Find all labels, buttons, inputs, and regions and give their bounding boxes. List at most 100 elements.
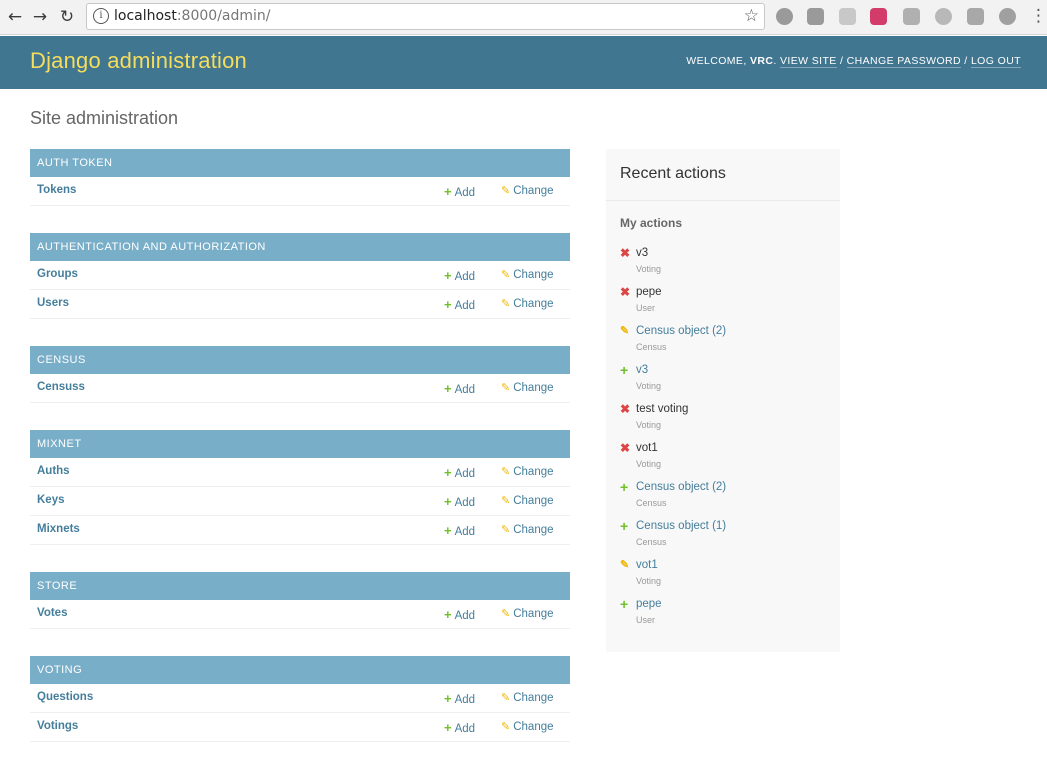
recent-actions-panel: Recent actions My actions ✖ v3 Voting ✖ pepe… xyxy=(606,149,840,652)
action-object: vot1 xyxy=(636,442,658,454)
view-site-link[interactable]: VIEW SITE xyxy=(780,55,837,68)
plus-icon: + xyxy=(444,607,452,622)
action-content-type: Voting xyxy=(636,381,662,391)
plus-icon: + xyxy=(444,297,452,312)
site-info-icon[interactable]: i xyxy=(93,8,109,24)
change-link[interactable]: ✎ Change xyxy=(501,607,554,620)
change-link[interactable]: ✎ Change xyxy=(501,523,554,536)
extension-icon[interactable] xyxy=(870,8,887,25)
model-link[interactable]: Groups xyxy=(37,268,78,280)
action-object[interactable]: Census object (1) xyxy=(636,520,726,532)
model-link[interactable]: Keys xyxy=(37,494,65,506)
add-label: Add xyxy=(454,187,476,199)
change-label: Change xyxy=(513,608,554,620)
action-object: pepe xyxy=(636,286,662,298)
extension-shield-icon[interactable] xyxy=(807,8,824,25)
delete-icon: ✖ xyxy=(620,402,631,416)
change-link[interactable]: ✎ Change xyxy=(501,494,554,507)
action-object[interactable]: v3 xyxy=(636,364,648,376)
add-link[interactable]: + Add xyxy=(444,184,475,199)
add-link[interactable]: + Add xyxy=(444,268,475,283)
back-arrow-icon[interactable]: ← xyxy=(4,6,26,28)
model-link[interactable]: Questions xyxy=(37,691,93,703)
add-link[interactable]: + Add xyxy=(444,523,475,538)
action-object: v3 xyxy=(636,247,649,259)
extension-icon[interactable] xyxy=(903,8,920,25)
app-module: STORE Votes + Add ✎ Change xyxy=(30,572,570,629)
pencil-icon: ✎ xyxy=(501,608,511,620)
bookmark-star-icon[interactable]: ☆ xyxy=(744,6,759,26)
action-content-type: User xyxy=(636,615,656,625)
add-link[interactable]: + Add xyxy=(444,465,475,480)
module-caption[interactable]: MIXNET xyxy=(30,430,570,458)
plus-icon: + xyxy=(444,465,452,480)
plus-icon: + xyxy=(444,691,452,706)
app-module: VOTING Questions + Add ✎ Change Votings + Add ✎ Ch… xyxy=(30,656,570,742)
action-object[interactable]: Census object (2) xyxy=(636,325,726,337)
app-module: AUTHENTICATION AND AUTHORIZATION Groups + A… xyxy=(30,233,570,319)
change-password-link[interactable]: CHANGE PASSWORD xyxy=(846,55,961,68)
model-link[interactable]: Votes xyxy=(37,607,67,619)
add-link[interactable]: + Add xyxy=(444,494,475,509)
change-link[interactable]: ✎ Change xyxy=(501,184,554,197)
divider xyxy=(606,200,840,201)
pencil-icon: ✎ xyxy=(501,269,511,281)
module-caption[interactable]: VOTING xyxy=(30,656,570,684)
browser-menu-icon[interactable]: ⋮ xyxy=(1030,6,1047,26)
add-link[interactable]: + Add xyxy=(444,691,475,706)
add-link[interactable]: + Add xyxy=(444,607,475,622)
plus-icon: + xyxy=(444,381,452,396)
module-caption[interactable]: AUTH TOKEN xyxy=(30,149,570,177)
add-link[interactable]: + Add xyxy=(444,297,475,312)
model-link[interactable]: Mixnets xyxy=(37,523,80,535)
log-out-link[interactable]: LOG OUT xyxy=(970,55,1021,68)
module-caption[interactable]: STORE xyxy=(30,572,570,600)
pencil-icon: ✎ xyxy=(501,721,511,733)
model-row: Mixnets + Add ✎ Change xyxy=(30,516,570,545)
module-caption[interactable]: AUTHENTICATION AND AUTHORIZATION xyxy=(30,233,570,261)
action-object[interactable]: pepe xyxy=(636,598,662,610)
welcome-text: WELCOME, xyxy=(686,55,750,67)
model-row: Questions + Add ✎ Change xyxy=(30,684,570,713)
add-link[interactable]: + Add xyxy=(444,381,475,396)
add-label: Add xyxy=(454,497,476,509)
action-object: test voting xyxy=(636,403,689,415)
action-object[interactable]: Census object (2) xyxy=(636,481,726,493)
model-row: Tokens + Add ✎ Change xyxy=(30,177,570,206)
model-link[interactable]: Auths xyxy=(37,465,70,477)
change-link[interactable]: ✎ Change xyxy=(501,268,554,281)
add-icon: + xyxy=(620,362,629,378)
action-content-type: Voting xyxy=(636,576,662,586)
reload-icon[interactable]: ↻ xyxy=(56,6,78,28)
change-link[interactable]: ✎ Change xyxy=(501,381,554,394)
model-link[interactable]: Tokens xyxy=(37,184,76,196)
app-module: AUTH TOKEN Tokens + Add ✎ Change xyxy=(30,149,570,206)
change-label: Change xyxy=(513,269,554,281)
extension-icon[interactable] xyxy=(967,8,984,25)
change-label: Change xyxy=(513,466,554,478)
change-link[interactable]: ✎ Change xyxy=(501,465,554,478)
delete-icon: ✖ xyxy=(620,246,631,260)
change-label: Change xyxy=(513,721,554,733)
site-branding[interactable]: Django administration xyxy=(30,48,247,74)
change-link[interactable]: ✎ Change xyxy=(501,691,554,704)
address-bar[interactable]: i localhost:8000/admin/ ☆ xyxy=(86,3,765,30)
model-link[interactable]: Censuss xyxy=(37,381,85,393)
extension-icon[interactable] xyxy=(999,8,1016,25)
change-link[interactable]: ✎ Change xyxy=(501,720,554,733)
add-label: Add xyxy=(454,384,476,396)
extension-icon[interactable] xyxy=(839,8,856,25)
model-link[interactable]: Votings xyxy=(37,720,78,732)
add-link[interactable]: + Add xyxy=(444,720,475,735)
model-link[interactable]: Users xyxy=(37,297,69,309)
module-caption[interactable]: CENSUS xyxy=(30,346,570,374)
forward-arrow-icon[interactable]: → xyxy=(29,6,51,28)
add-icon: + xyxy=(620,518,629,534)
action-object[interactable]: vot1 xyxy=(636,559,658,571)
pencil-icon: ✎ xyxy=(501,524,511,536)
extension-icon[interactable] xyxy=(776,8,793,25)
pencil-icon: ✎ xyxy=(501,466,511,478)
change-link[interactable]: ✎ Change xyxy=(501,297,554,310)
extension-icon[interactable] xyxy=(935,8,952,25)
delete-icon: ✖ xyxy=(620,285,631,299)
